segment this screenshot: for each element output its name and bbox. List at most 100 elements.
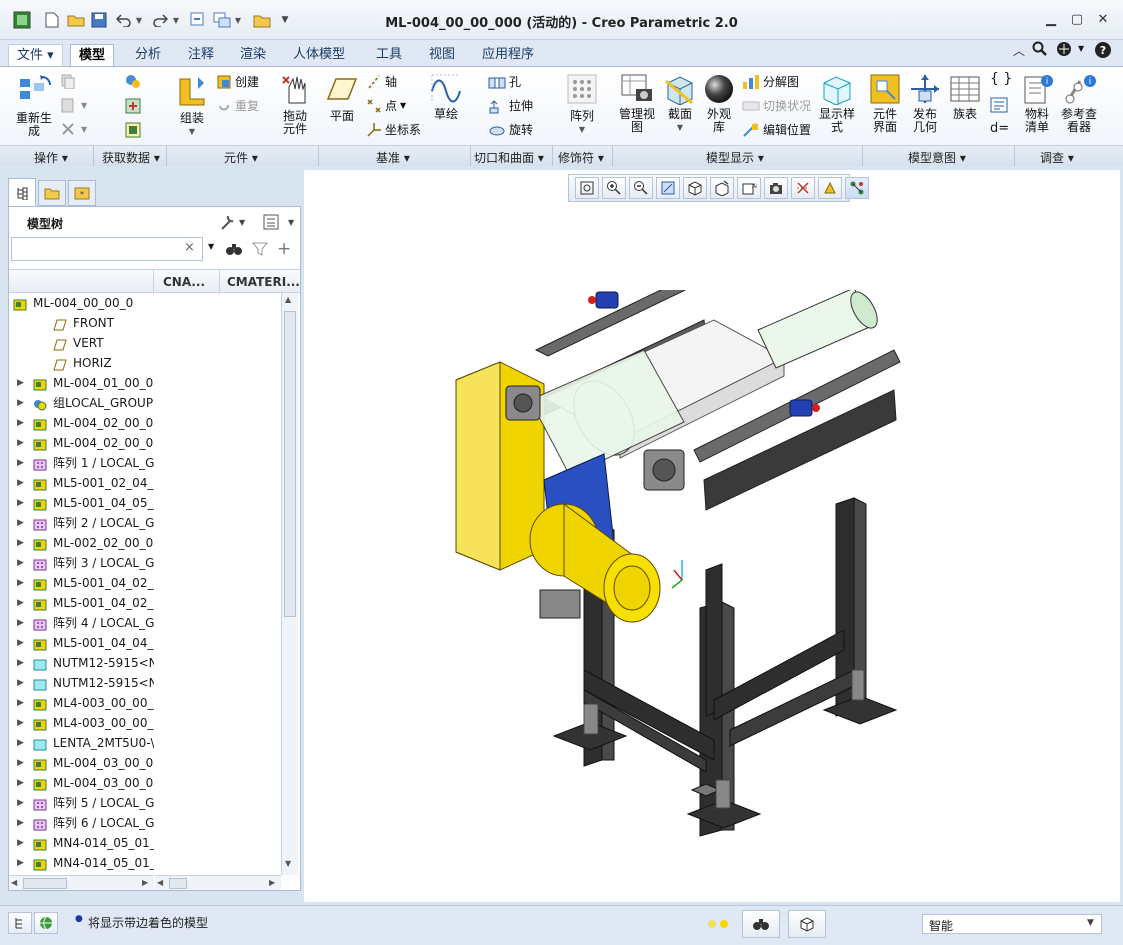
tree-item[interactable]: ▶ ML-004_01_00_00: [9, 373, 281, 393]
tree-search-input[interactable]: ×: [11, 237, 203, 261]
tree-horizontal-scrollbar[interactable]: ◀ ▶: [9, 875, 154, 890]
tab-model-tree-navigator[interactable]: [8, 178, 36, 206]
family-table-button[interactable]: 族表: [946, 73, 984, 121]
tree-item[interactable]: ▶ ML-004_02_00_00: [9, 433, 281, 453]
view-manager-icon[interactable]: AB: [737, 177, 761, 199]
group-modifiers[interactable]: 修饰符 ▾: [558, 149, 604, 166]
tab-folder-browser[interactable]: [38, 180, 66, 206]
tree-item[interactable]: ▶ ML-004_03_00_00: [9, 753, 281, 773]
tree-item[interactable]: ▶ ML4-003_00_00_0: [9, 693, 281, 713]
zoom-out-icon[interactable]: [629, 177, 653, 199]
tree-item[interactable]: FRONT: [9, 313, 281, 333]
component-interface-button[interactable]: 元件 界面: [866, 73, 904, 134]
pattern-dropdown-icon[interactable]: ▼: [564, 123, 600, 136]
reference-viewer-button[interactable]: i 参考查 看器: [1058, 73, 1100, 134]
tree-item[interactable]: ▶ 组LOCAL_GROUP: [9, 393, 281, 413]
graphics-window[interactable]: AB: [304, 170, 1120, 902]
conveyor-assembly-model[interactable]: [444, 290, 914, 850]
close-icon[interactable]: ✕: [1092, 10, 1114, 28]
hole-button[interactable]: 孔: [488, 73, 521, 90]
expand-arrow-icon[interactable]: ▶: [17, 473, 24, 493]
tree-item[interactable]: HORIZ: [9, 353, 281, 373]
tree-item[interactable]: ▶ 阵列 6 / LOCAL_G: [9, 813, 281, 833]
expand-arrow-icon[interactable]: ▶: [17, 753, 24, 773]
manage-views-button[interactable]: 管理视 图: [616, 73, 658, 134]
group-cut-surface[interactable]: 切口和曲面 ▾: [474, 149, 544, 166]
expand-arrow-icon[interactable]: ▶: [17, 593, 24, 613]
group-investigate[interactable]: 调查 ▾: [1040, 149, 1074, 166]
extrude-button[interactable]: 拉伸: [488, 97, 533, 114]
plane-button[interactable]: 平面: [324, 75, 360, 123]
expand-arrow-icon[interactable]: ▶: [17, 713, 24, 733]
scroll-left-icon[interactable]: ◀: [11, 878, 17, 887]
refit-icon[interactable]: [575, 177, 599, 199]
relations-icon[interactable]: { }: [990, 71, 1012, 87]
tree-item[interactable]: VERT: [9, 333, 281, 353]
group-datum[interactable]: 基准 ▾: [376, 149, 410, 166]
assemble-dropdown-icon[interactable]: ▼: [172, 125, 212, 138]
group-model-display[interactable]: 模型显示 ▾: [706, 149, 764, 166]
repaint-icon[interactable]: [656, 177, 680, 199]
annotation-display-icon[interactable]: [818, 177, 842, 199]
tree-item[interactable]: ▶ MN4-014_05_01_(: [9, 833, 281, 853]
tab-render[interactable]: 渲染: [232, 44, 274, 66]
display-style-button[interactable]: 显示样 式: [816, 73, 858, 134]
drag-components-button[interactable]: 拖动 元件: [276, 73, 314, 136]
tree-hscroll-thumb[interactable]: [23, 878, 67, 889]
selection-filter-dropdown[interactable]: 智能 ▼: [922, 914, 1102, 934]
csys-button[interactable]: 坐标系: [366, 121, 421, 138]
repeat-button[interactable]: 重复: [216, 97, 259, 114]
find-icon[interactable]: [742, 910, 780, 938]
point-button[interactable]: 点 ▼: [366, 97, 406, 114]
copy-icon[interactable]: [60, 73, 76, 92]
expand-arrow-icon[interactable]: ▶: [17, 533, 24, 553]
pattern-button[interactable]: 阵列 ▼: [564, 73, 600, 136]
regenerate-button[interactable]: 重新生 成: [12, 73, 56, 138]
tab-file[interactable]: 文件 ▾: [8, 44, 63, 66]
sketch-button[interactable]: 草绘: [428, 73, 464, 121]
columns-horizontal-scrollbar[interactable]: ◀ ▶: [155, 875, 281, 890]
tree-scroll-thumb[interactable]: [284, 311, 296, 617]
expand-arrow-icon[interactable]: ▶: [17, 633, 24, 653]
tab-analysis[interactable]: 分析: [127, 44, 169, 66]
maximize-icon[interactable]: ▢: [1066, 10, 1088, 28]
tree-item[interactable]: ▶ ML5-001_04_05_0: [9, 493, 281, 513]
tree-item[interactable]: ML-004_00_00_000.AS: [9, 293, 281, 313]
tree-item[interactable]: ▶ ML5-001_04_02_0: [9, 573, 281, 593]
filter-icon[interactable]: [251, 241, 269, 260]
tree-item[interactable]: ▶ NUTM12-5915<N: [9, 673, 281, 693]
publish-geometry-button[interactable]: 发布 几何: [906, 73, 944, 134]
bom-button[interactable]: i 物料 清单: [1018, 73, 1056, 134]
tab-applications[interactable]: 应用程序: [474, 44, 542, 66]
point-dropdown-icon[interactable]: ▼: [400, 101, 406, 110]
tree-item[interactable]: ▶ ML-002_02_00_00: [9, 533, 281, 553]
scroll-left-icon[interactable]: ◀: [157, 878, 163, 887]
expand-arrow-icon[interactable]: ▶: [17, 573, 24, 593]
find-binoculars-icon[interactable]: [225, 241, 243, 260]
tree-item[interactable]: ▶ ML5-001_04_04_0: [9, 633, 281, 653]
group-model-intent[interactable]: 模型意图 ▾: [908, 149, 966, 166]
perspective-camera-icon[interactable]: [764, 177, 788, 199]
tree-item[interactable]: ▶ ML-004_02_00_00: [9, 413, 281, 433]
user-defined-feature-icon[interactable]: [124, 73, 142, 94]
shrinkwrap-icon[interactable]: [124, 121, 142, 142]
copy-geometry-icon[interactable]: [124, 97, 142, 118]
collapse-ribbon-icon[interactable]: ︿: [1013, 42, 1025, 59]
tree-item[interactable]: ▶ ML4-003_00_00_0: [9, 713, 281, 733]
expand-arrow-icon[interactable]: ▶: [17, 853, 24, 873]
section-button[interactable]: 截面 ▼: [662, 73, 698, 134]
spin-center-icon[interactable]: [845, 177, 869, 199]
group-get-data[interactable]: 获取数据 ▾: [102, 149, 160, 166]
exploded-view-button[interactable]: 分解图: [742, 73, 799, 90]
show-options-icon[interactable]: ▼: [262, 213, 295, 234]
expand-arrow-icon[interactable]: ▶: [17, 793, 24, 813]
search-icon[interactable]: [1032, 41, 1048, 60]
expand-arrow-icon[interactable]: ▶: [17, 813, 24, 833]
expand-arrow-icon[interactable]: ▶: [17, 733, 24, 753]
tab-favorites[interactable]: *: [68, 180, 96, 206]
tab-model[interactable]: 模型: [70, 44, 115, 66]
community-icon[interactable]: [1056, 41, 1074, 60]
expand-arrow-icon[interactable]: ▶: [17, 773, 24, 793]
tree-item[interactable]: ▶ 阵列 1 / LOCAL_G: [9, 453, 281, 473]
expand-arrow-icon[interactable]: ▶: [17, 833, 24, 853]
